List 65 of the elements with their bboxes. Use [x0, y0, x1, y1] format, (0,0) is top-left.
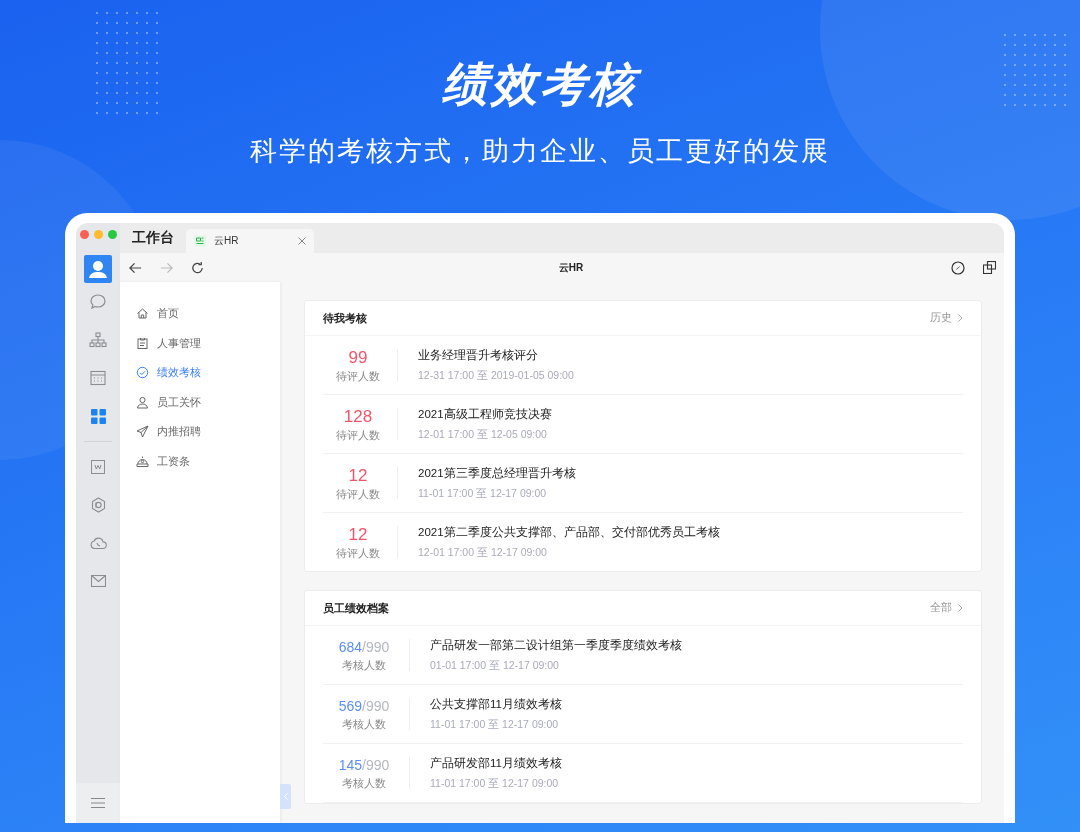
- review-title[interactable]: 产品研发部11月绩效考核: [430, 755, 562, 771]
- chevron-right-icon[interactable]: [958, 604, 963, 612]
- compass-icon[interactable]: [951, 260, 965, 275]
- calendar-icon[interactable]: [90, 370, 106, 386]
- count-label: 待评人数: [336, 546, 380, 561]
- assessed-count: 684/990: [338, 638, 390, 657]
- windows-icon[interactable]: [983, 261, 996, 274]
- chevron-right-icon[interactable]: [958, 314, 963, 322]
- close-light[interactable]: [80, 230, 89, 239]
- assessed-count: 145/990: [338, 756, 390, 775]
- person-icon: [136, 395, 149, 409]
- review-period: 11-01 17:00 至 12-17 09:00: [430, 717, 560, 732]
- grid-icon[interactable]: [90, 408, 106, 424]
- minimize-light[interactable]: [94, 230, 103, 239]
- close-icon[interactable]: [298, 237, 306, 245]
- count-label: 考核人数: [342, 718, 386, 732]
- hexagon-icon[interactable]: [90, 497, 106, 513]
- app-logo-icon: [194, 235, 206, 247]
- review-title[interactable]: 业务经理晋升考核评分: [418, 347, 574, 363]
- home-icon: [136, 307, 149, 321]
- sidebar-item[interactable]: 员工关怀: [120, 387, 280, 417]
- sidebar-item[interactable]: 绩效考核: [120, 358, 280, 388]
- card-title: 员工绩效档案: [323, 600, 389, 616]
- review-period: 12-01 17:00 至 12-05 09:00: [418, 427, 548, 442]
- workspace-label[interactable]: 工作台: [120, 229, 186, 247]
- org-chart-icon[interactable]: [89, 332, 107, 348]
- review-title[interactable]: 2021高级工程师竞技决赛: [418, 406, 552, 422]
- chat-icon[interactable]: [89, 293, 107, 311]
- pending-count: 128: [343, 405, 373, 427]
- paper-plane-icon: [136, 425, 149, 439]
- sidebar-item[interactable]: 人事管理: [120, 328, 280, 358]
- cloud-icon[interactable]: [89, 536, 107, 550]
- card-title: 待我考核: [323, 310, 367, 326]
- check-circle-icon: [136, 366, 149, 380]
- count-label: 考核人数: [342, 659, 386, 673]
- count-label: 待评人数: [336, 487, 380, 502]
- review-title[interactable]: 公共支撑部11月绩效考核: [430, 696, 562, 712]
- assessed-count: 569/990: [338, 697, 390, 716]
- review-title[interactable]: 2021第二季度公共支撑部、产品部、交付部优秀员工考核: [418, 524, 720, 540]
- sidebar-item[interactable]: 内推招聘: [120, 417, 280, 447]
- review-period: 12-31 17:00 至 2019-01-05 09:00: [418, 368, 574, 383]
- user-icon[interactable]: [84, 255, 112, 283]
- pending-count: 12: [348, 523, 368, 545]
- review-title[interactable]: 2021第三季度总经理晋升考核: [418, 465, 576, 481]
- review-period: 11-01 17:00 至 12-17 09:00: [418, 486, 548, 501]
- collapse-handle[interactable]: [280, 784, 291, 809]
- document-icon[interactable]: [91, 460, 105, 474]
- review-period: 01-01 17:00 至 12-17 09:00: [430, 658, 560, 673]
- page-title: 云HR: [558, 260, 584, 275]
- review-period: 12-01 17:00 至 12-17 09:00: [418, 545, 548, 560]
- review-title[interactable]: 产品研发一部第二设计组第一季度季度绩效考核: [430, 637, 682, 653]
- browser-tab[interactable]: 云HR: [186, 229, 314, 253]
- count-label: 待评人数: [336, 369, 380, 384]
- zoom-light[interactable]: [108, 230, 117, 239]
- menu-icon[interactable]: [91, 798, 105, 808]
- count-label: 待评人数: [336, 428, 380, 443]
- count-label: 考核人数: [342, 777, 386, 791]
- clipboard-icon: [136, 336, 149, 350]
- mail-icon[interactable]: [90, 575, 106, 587]
- pending-count: 12: [348, 464, 368, 486]
- review-period: 11-01 17:00 至 12-17 09:00: [430, 776, 560, 791]
- pending-count: 99: [348, 346, 368, 368]
- hero-subtitle: 科学的考核方式，助力企业、员工更好的发展: [250, 135, 830, 168]
- sidebar-item[interactable]: 首页: [120, 299, 280, 329]
- sidebar-item[interactable]: 工资条: [120, 446, 280, 476]
